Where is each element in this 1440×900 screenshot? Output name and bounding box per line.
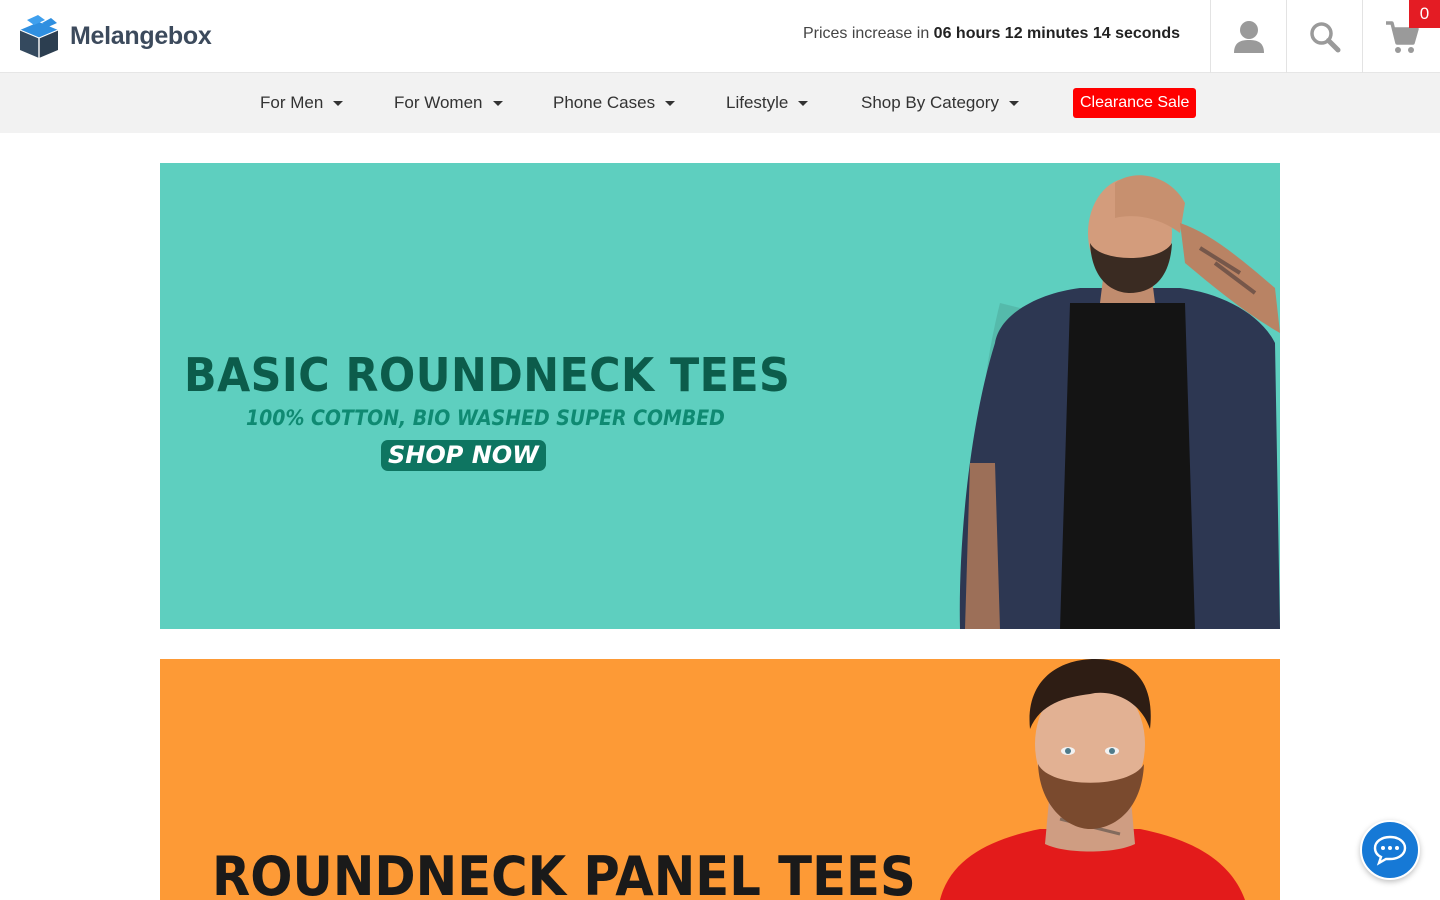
caret-down-icon (665, 100, 676, 106)
shop-now-button[interactable]: SHOP NOW (381, 440, 546, 471)
main-nav: For Men For Women Phone Cases Lifestyle … (0, 73, 1440, 133)
box-logo-icon (19, 15, 59, 58)
nav-item-shop-by-category[interactable]: Shop By Category (861, 73, 1019, 133)
caret-down-icon (1008, 100, 1019, 106)
banner-basic-roundneck[interactable]: BASIC ROUNDNECK TEES 100% COTTON, BIO WA… (160, 163, 1280, 629)
banner-title: ROUNDNECK PANEL TEES (212, 845, 916, 900)
site-header: Melangebox Prices increase in 06 hours 1… (0, 0, 1440, 73)
cart-button[interactable]: 0 (1362, 0, 1440, 73)
nav-item-for-women[interactable]: For Women (394, 73, 503, 133)
price-countdown: Prices increase in 06 hours 12 minutes 1… (803, 25, 1180, 43)
model-photo (940, 659, 1245, 900)
brand-logo[interactable]: Melangebox (18, 14, 212, 58)
model-photo (959, 175, 1280, 629)
countdown-time: 06 hours 12 minutes 14 seconds (933, 25, 1180, 42)
nav-item-label: Lifestyle (726, 93, 789, 112)
chat-button[interactable] (1360, 820, 1420, 880)
cart-count-badge: 0 (1409, 0, 1440, 28)
nav-item-for-men[interactable]: For Men (260, 73, 344, 133)
nav-item-label: For Men (260, 93, 324, 112)
nav-item-label: Phone Cases (553, 93, 656, 112)
caret-down-icon (333, 100, 344, 106)
banner-subtitle: 100% COTTON, BIO WASHED SUPER COMBED (246, 406, 725, 430)
clearance-sale-button[interactable]: Clearance Sale (1073, 88, 1197, 118)
banner-title: BASIC ROUNDNECK TEES (184, 348, 791, 402)
caret-down-icon (798, 100, 809, 106)
caret-down-icon (492, 100, 503, 106)
brand-name: Melangebox (70, 21, 212, 50)
countdown-prefix: Prices increase in (802, 25, 930, 42)
nav-item-label: Shop By Category (861, 93, 999, 112)
account-button[interactable] (1210, 0, 1286, 73)
nav-item-phone-cases[interactable]: Phone Cases (553, 73, 676, 133)
user-icon (1233, 20, 1264, 53)
chat-bubble-icon (1373, 835, 1407, 866)
nav-item-lifestyle[interactable]: Lifestyle (726, 73, 809, 133)
banner-panel-tees[interactable]: ROUNDNECK PANEL TEES (160, 659, 1280, 900)
search-button[interactable] (1286, 0, 1362, 73)
nav-item-label: For Women (394, 93, 483, 112)
search-icon (1309, 21, 1340, 52)
